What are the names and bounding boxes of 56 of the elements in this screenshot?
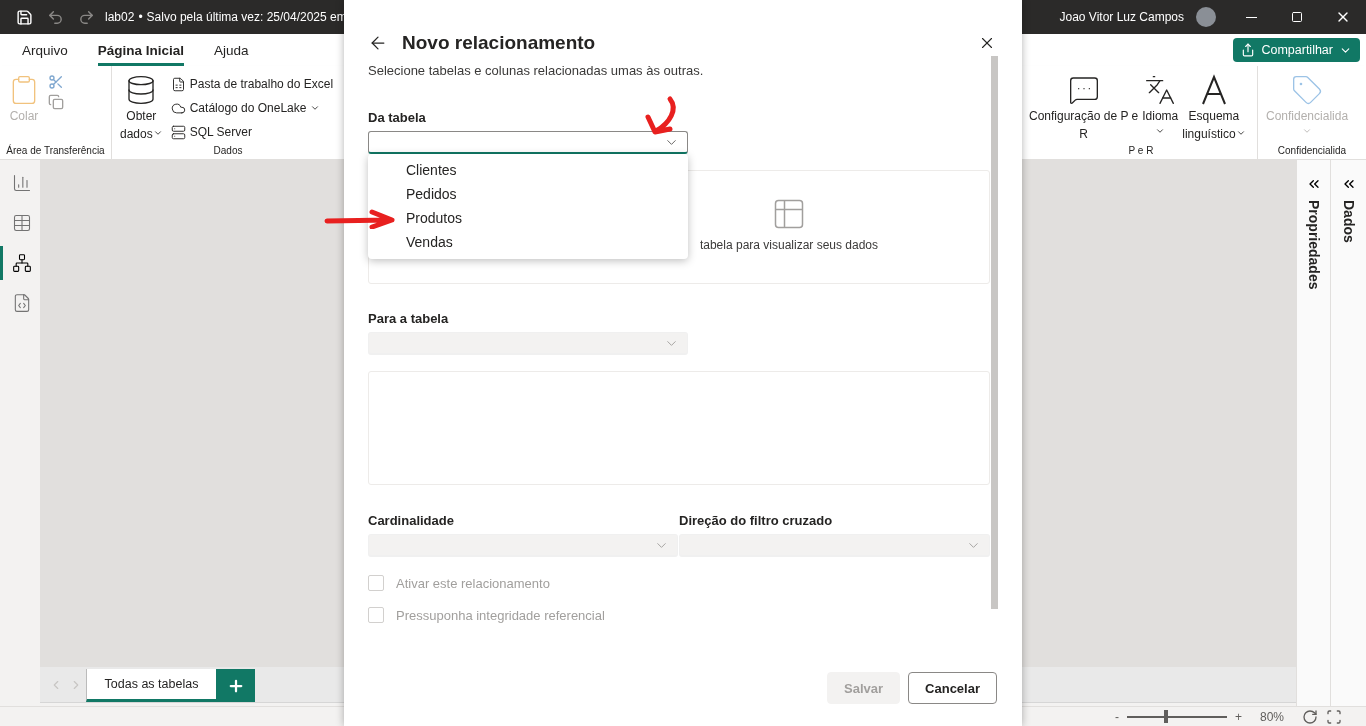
data-source-button[interactable]: Pasta de trabalho do Excel — [170, 74, 334, 94]
pane-title: Propriedades — [1305, 200, 1322, 290]
fit-icon[interactable] — [1326, 708, 1342, 725]
pane-title: Dados — [1340, 200, 1357, 243]
field-label: Para a tabela — [368, 311, 449, 327]
preview-hint: tabela para visualizar seus dados — [699, 238, 879, 252]
zoom-in-button[interactable]: + — [1234, 709, 1242, 724]
undo-icon[interactable] — [47, 8, 64, 26]
separator-dot: • — [138, 10, 143, 24]
ribbon-tab[interactable]: Ajuda — [214, 43, 249, 66]
dialog-subtitle: Selecione tabelas e colunas relacionadas umas às outras. — [368, 62, 705, 79]
zoom-level: 80% — [1259, 709, 1284, 724]
cut-icon[interactable] — [48, 74, 64, 90]
minimize-icon — [1245, 16, 1257, 18]
field-label: Da tabela — [368, 110, 426, 126]
page-tab[interactable]: Todas as tabelas — [86, 669, 216, 702]
table-icon — [11, 213, 32, 233]
data-source-button[interactable]: Catálogo do OneLake — [170, 98, 334, 118]
ribbon-button[interactable]: Configuração de P e R — [1027, 72, 1141, 145]
data-source-button[interactable]: SQL Server — [170, 122, 334, 142]
bar-chart-icon — [11, 173, 32, 193]
ribbon-button[interactable]: Idioma — [1140, 72, 1181, 145]
model-icon — [11, 253, 32, 273]
cloud-icon — [170, 100, 186, 116]
user-name: Joao Vitor Luz Campos — [1059, 10, 1184, 24]
language-icon — [1144, 74, 1177, 106]
user-avatar — [1196, 7, 1216, 27]
group-label: Área de Transferência — [5, 145, 106, 158]
save-icon[interactable] — [16, 8, 33, 26]
file-name: lab02 — [105, 10, 135, 24]
group-label: P e R — [1127, 145, 1155, 158]
copy-icon[interactable] — [48, 94, 64, 110]
reset-icon[interactable] — [1302, 708, 1318, 725]
maximize-icon — [1291, 11, 1303, 23]
slider-thumb[interactable] — [1163, 710, 1168, 723]
chevron-down-icon — [152, 128, 163, 138]
table-select[interactable] — [368, 131, 688, 154]
group-label: Dados — [212, 145, 244, 158]
share-icon — [1241, 43, 1256, 57]
annotation-arrow — [324, 209, 396, 229]
field-label: Cardinalidade — [368, 513, 454, 529]
ribbon-tab[interactable]: Arquivo — [22, 43, 68, 66]
group-label: Confidencialida — [1276, 145, 1348, 158]
chevron-down-icon — [1302, 126, 1313, 136]
get-data-button[interactable]: Obter dados — [118, 72, 165, 145]
server-icon — [170, 124, 186, 140]
redo-icon[interactable] — [78, 8, 95, 26]
dialog-button[interactable]: Cancelar — [908, 672, 997, 704]
share-button[interactable]: Compartilhar — [1233, 38, 1360, 62]
add-page-button[interactable] — [216, 669, 255, 702]
dialog-title: Novo relacionamento — [402, 32, 596, 54]
field-label: Direção do filtro cruzado — [679, 513, 833, 529]
zoom-out-button[interactable]: - — [1114, 709, 1119, 724]
ribbon-button[interactable]: Esquema linguístico — [1180, 72, 1248, 145]
tag-icon — [1291, 74, 1324, 106]
spreadsheet-icon — [170, 76, 186, 92]
